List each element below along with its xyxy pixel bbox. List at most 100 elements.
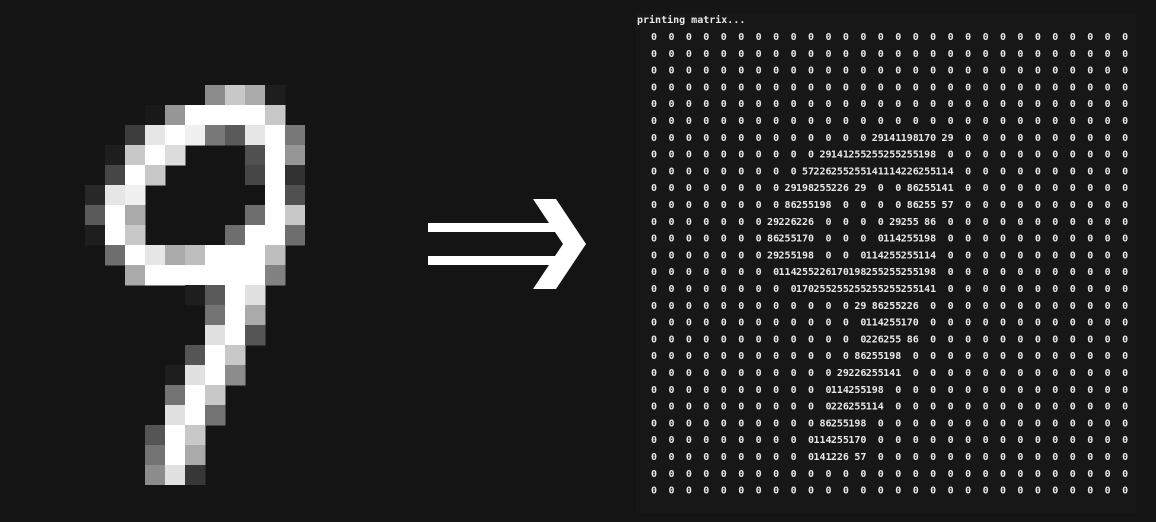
matrix-cell: 0 <box>1105 66 1111 77</box>
matrix-cell: 0 <box>703 435 709 446</box>
matrix-cell: 0 <box>1052 150 1058 161</box>
matrix-cell: 0 <box>1000 166 1006 177</box>
matrix-cell: 0 <box>791 82 797 93</box>
matrix-cell: 0 <box>913 99 919 110</box>
matrix-cell: 255 <box>918 166 936 177</box>
matrix-cell: 0 <box>1105 469 1111 480</box>
matrix-cell: 0 <box>843 217 849 228</box>
matrix-cell: 0 <box>930 99 936 110</box>
matrix-cell: 0 <box>913 351 919 362</box>
digit-pixel <box>245 285 266 306</box>
matrix-cell: 0 <box>668 334 674 345</box>
matrix-cell: 0 <box>668 200 674 211</box>
matrix-cell: 0 <box>791 66 797 77</box>
matrix-cell: 0 <box>773 133 779 144</box>
matrix-cell: 0 <box>983 301 989 312</box>
matrix-cell: 0 <box>738 368 744 379</box>
matrix-cell: 0 <box>825 133 831 144</box>
matrix-cell: 0 <box>721 200 727 211</box>
matrix-cell: 0 <box>1000 250 1006 261</box>
matrix-cell: 0 <box>703 166 709 177</box>
matrix-cell: 0 <box>948 301 954 312</box>
digit-pixel <box>125 165 146 186</box>
digit-pixel <box>265 205 286 226</box>
digit-pixel <box>125 185 146 206</box>
matrix-cell: 0 <box>756 284 762 295</box>
matrix-cell: 0 <box>1017 82 1023 93</box>
double-arrow-right-icon <box>428 199 586 289</box>
matrix-cell: 0 <box>651 318 657 329</box>
matrix-cell: 0 <box>1035 469 1041 480</box>
matrix-cell: 0 <box>1035 334 1041 345</box>
matrix-cell: 0 <box>773 318 779 329</box>
matrix-cell: 141 <box>831 150 849 161</box>
matrix-cell: 0 <box>1017 200 1023 211</box>
matrix-cell: 0 <box>948 334 954 345</box>
matrix-cell: 0 <box>773 334 779 345</box>
matrix-cell: 0 <box>1017 318 1023 329</box>
matrix-cell: 0 <box>1122 32 1128 43</box>
matrix-cell: 0 <box>738 32 744 43</box>
matrix-cell: 0 <box>1070 452 1076 463</box>
matrix-cell: 0 <box>843 66 849 77</box>
matrix-cell: 0 <box>948 116 954 127</box>
matrix-cell: 255 <box>866 150 884 161</box>
matrix-cell: 0 <box>791 368 797 379</box>
matrix-cell: 0 <box>1035 99 1041 110</box>
matrix-cell: 0 <box>843 318 849 329</box>
digit-pixel <box>205 325 226 346</box>
matrix-cell: 255 <box>831 435 849 446</box>
matrix-cell: 0 <box>686 49 692 60</box>
matrix-cell: 255 <box>831 418 849 429</box>
matrix-cell: 0 <box>703 402 709 413</box>
matrix-cell: 255 <box>883 267 901 278</box>
matrix-cell: 0 <box>773 452 779 463</box>
matrix-cell: 0 <box>721 368 727 379</box>
matrix-cell: 0 <box>843 469 849 480</box>
matrix-cell: 0 <box>930 418 936 429</box>
matrix-cell: 0 <box>1035 116 1041 127</box>
matrix-cell: 0 <box>930 116 936 127</box>
digit-pixel <box>165 125 186 146</box>
matrix-cell: 0 <box>1122 402 1128 413</box>
matrix-cell: 0 <box>703 351 709 362</box>
matrix-cell: 0 <box>1070 267 1076 278</box>
digit-pixel <box>165 145 186 166</box>
terminal-status-line: printing matrix... <box>637 15 746 26</box>
matrix-cell: 0 <box>860 486 866 497</box>
matrix-cell: 0 <box>930 368 936 379</box>
matrix-cell: 0 <box>1087 385 1093 396</box>
matrix-cell: 0 <box>965 418 971 429</box>
matrix-cell: 0 <box>1000 469 1006 480</box>
matrix-cell: 0 <box>756 250 762 261</box>
matrix-cell: 0 <box>843 234 849 245</box>
matrix-cell: 141 <box>813 452 831 463</box>
matrix-cell: 0 <box>1105 32 1111 43</box>
matrix-cell: 0 <box>948 435 954 446</box>
matrix-cell: 0 <box>948 418 954 429</box>
matrix-cell: 0 <box>1052 402 1058 413</box>
matrix-cell: 0 <box>1070 234 1076 245</box>
matrix-cell: 0 <box>1052 82 1058 93</box>
matrix-cell: 0 <box>808 351 814 362</box>
matrix-cell: 0 <box>983 267 989 278</box>
matrix-cell: 0 <box>860 234 866 245</box>
matrix-cell: 0 <box>1000 234 1006 245</box>
matrix-cell: 0 <box>983 116 989 127</box>
matrix-cell: 0 <box>965 351 971 362</box>
matrix-cell: 0 <box>913 486 919 497</box>
matrix-cell: 0 <box>1070 32 1076 43</box>
digit-pixel <box>185 265 206 286</box>
matrix-cell: 0 <box>1105 166 1111 177</box>
matrix-cell: 226 <box>866 334 884 345</box>
matrix-cell: 0 <box>1017 418 1023 429</box>
matrix-cell: 0 <box>773 368 779 379</box>
matrix-cell: 255 <box>779 250 797 261</box>
matrix-cell: 0 <box>773 82 779 93</box>
matrix-cell: 255 <box>866 284 884 295</box>
matrix-cell: 0 <box>773 435 779 446</box>
matrix-cell: 0 <box>1087 150 1093 161</box>
digit-pixel <box>225 325 246 346</box>
matrix-cell: 255 <box>866 351 884 362</box>
matrix-cell: 0 <box>825 217 831 228</box>
